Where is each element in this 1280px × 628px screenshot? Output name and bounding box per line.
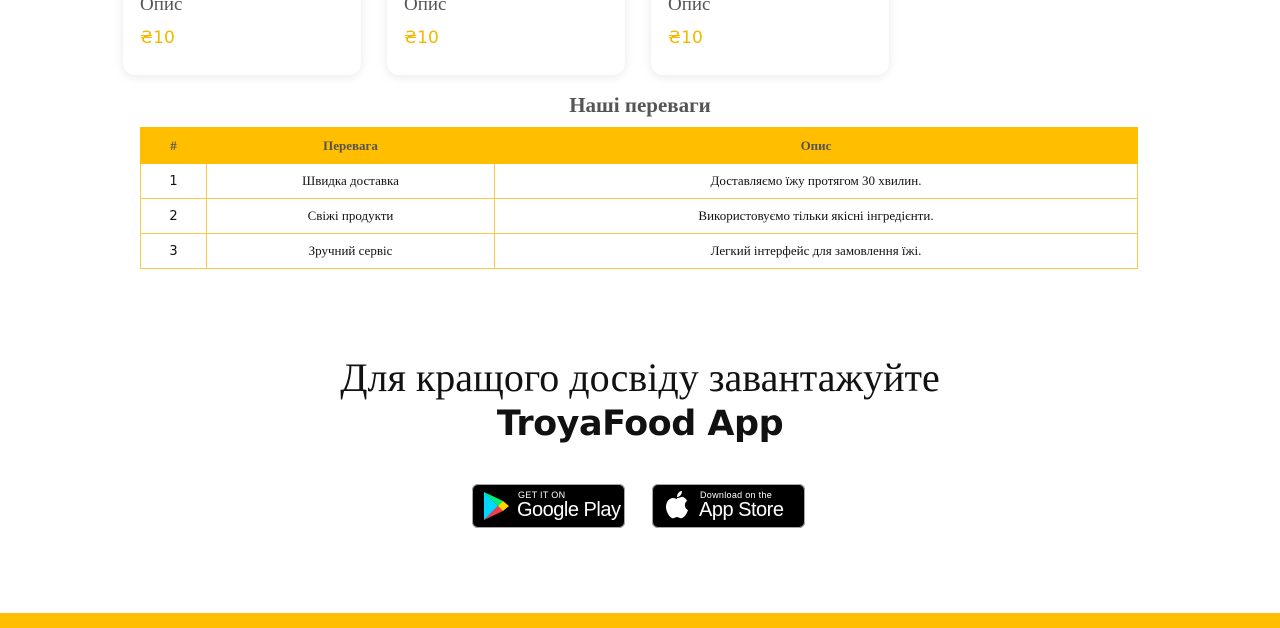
product-price: ₴10 — [668, 28, 703, 48]
google-play-button[interactable]: GET IT ON Google Play — [472, 484, 625, 528]
row-advantage: Зручний сервіс — [206, 233, 495, 269]
row-number: 3 — [140, 233, 207, 269]
product-description: Опис — [404, 0, 447, 15]
row-number: 1 — [140, 163, 207, 199]
table-header-row: # Перевага Опис — [140, 127, 1138, 164]
column-header-advantage: Перевага — [206, 127, 495, 164]
product-price: ₴10 — [140, 28, 175, 48]
advantages-table: # Перевага Опис 1 Швидка доставка Достав… — [140, 127, 1138, 269]
table-row: 1 Швидка доставка Доставляємо їжу протяг… — [140, 163, 1138, 199]
product-price: ₴10 — [404, 28, 439, 48]
row-advantage: Свіжі продукти — [206, 198, 495, 234]
table-row: 2 Свіжі продукти Використовуємо тільки я… — [140, 198, 1138, 234]
footer-bar — [0, 613, 1280, 628]
product-card[interactable]: Опис ₴10 — [651, 0, 889, 75]
product-description: Опис — [668, 0, 711, 15]
product-description: Опис — [140, 0, 183, 15]
row-description: Використовуємо тільки якісні інгредієнти… — [494, 198, 1138, 234]
column-header-description: Опис — [494, 127, 1138, 164]
product-card[interactable]: Опис ₴10 — [123, 0, 361, 75]
app-store-name: App Store — [699, 499, 784, 521]
row-advantage: Швидка доставка — [206, 163, 495, 199]
row-number: 2 — [140, 198, 207, 234]
row-description: Доставляємо їжу протягом 30 хвилин. — [494, 163, 1138, 199]
apple-icon — [666, 491, 688, 519]
app-promo-heading: Для кращого досвіду завантажуйте — [340, 355, 940, 400]
row-description: Легкий інтерфейс для замовлення їжі. — [494, 233, 1138, 269]
product-card[interactable]: Опис ₴10 — [387, 0, 625, 75]
column-header-number: # — [140, 127, 207, 164]
app-store-button[interactable]: Download on the App Store — [652, 484, 805, 528]
google-play-store-name: Google Play — [517, 499, 621, 521]
table-row: 3 Зручний сервіс Легкий інтерфейс для за… — [140, 233, 1138, 269]
app-name: TroyaFood App — [496, 404, 784, 444]
advantages-title: Наші переваги — [569, 93, 711, 117]
google-play-icon — [484, 492, 509, 520]
